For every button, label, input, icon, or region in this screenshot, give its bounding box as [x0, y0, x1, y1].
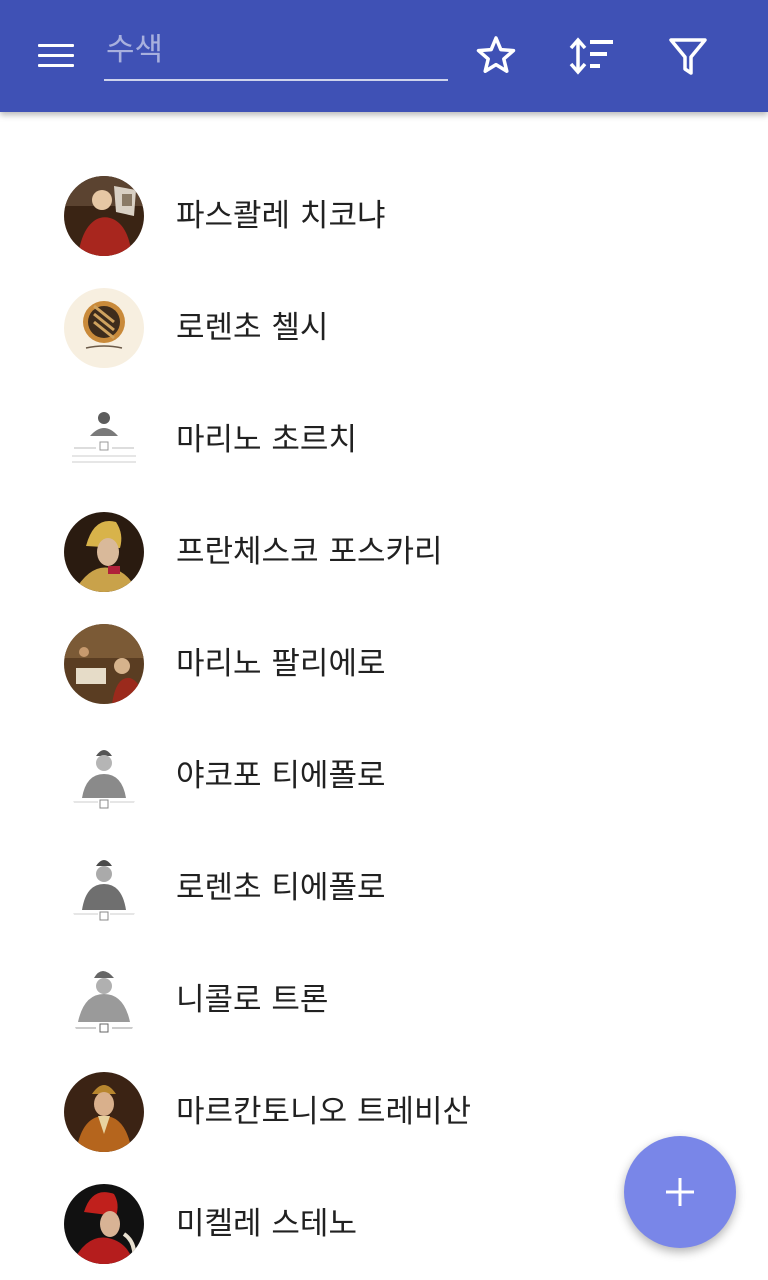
- doge-list: 파스콸레 치코냐 로렌초 첼시 마리노 초르치 프란체스코 포스카리 마리노 팔…: [0, 160, 768, 1280]
- add-button[interactable]: [624, 1136, 736, 1248]
- portrait-thumbnail: [64, 176, 144, 256]
- app-bar: [0, 0, 768, 112]
- list-item[interactable]: 프란체스코 포스카리: [0, 496, 768, 608]
- star-outline-icon[interactable]: [468, 28, 524, 84]
- engraving-thumbnail: [64, 960, 144, 1040]
- engraving-thumbnail: [64, 400, 144, 480]
- list-item[interactable]: 마리노 팔리에로: [0, 608, 768, 720]
- list-item-name: 프란체스코 포스카리: [176, 534, 443, 570]
- list-item[interactable]: 파스콸레 치코냐: [0, 160, 768, 272]
- list-item[interactable]: 로렌초 첼시: [0, 272, 768, 384]
- list-item-name: 마리노 팔리에로: [176, 646, 386, 682]
- list-item[interactable]: 니콜로 트론: [0, 944, 768, 1056]
- coat-of-arms-thumbnail: [64, 288, 144, 368]
- list-item-name: 파스콸레 치코냐: [176, 198, 386, 234]
- filter-icon[interactable]: [660, 28, 716, 84]
- list-item-name: 마르칸토니오 트레비산: [176, 1094, 472, 1130]
- list-item[interactable]: 야코포 티에폴로: [0, 720, 768, 832]
- list-item-name: 마리노 초르치: [176, 422, 357, 458]
- list-item[interactable]: 로렌초 티에폴로: [0, 832, 768, 944]
- sort-icon[interactable]: [564, 28, 620, 84]
- list-item-name: 로렌초 첼시: [176, 310, 329, 346]
- portrait-thumbnail: [64, 1184, 144, 1264]
- hamburger-menu-icon[interactable]: [36, 38, 76, 74]
- engraving-thumbnail: [64, 736, 144, 816]
- list-item[interactable]: 마리노 초르치: [0, 384, 768, 496]
- painting-thumbnail: [64, 624, 144, 704]
- list-item-name: 야코포 티에폴로: [176, 758, 386, 794]
- portrait-thumbnail: [64, 1072, 144, 1152]
- engraving-thumbnail: [64, 848, 144, 928]
- plus-icon: [666, 1178, 694, 1206]
- list-item-name: 로렌초 티에폴로: [176, 870, 386, 906]
- search-input[interactable]: [104, 22, 450, 78]
- list-item-name: 미켈레 스테노: [176, 1206, 357, 1242]
- search-box: [104, 22, 450, 82]
- list-item-name: 니콜로 트론: [176, 982, 329, 1018]
- search-underline: [104, 79, 448, 81]
- portrait-thumbnail: [64, 512, 144, 592]
